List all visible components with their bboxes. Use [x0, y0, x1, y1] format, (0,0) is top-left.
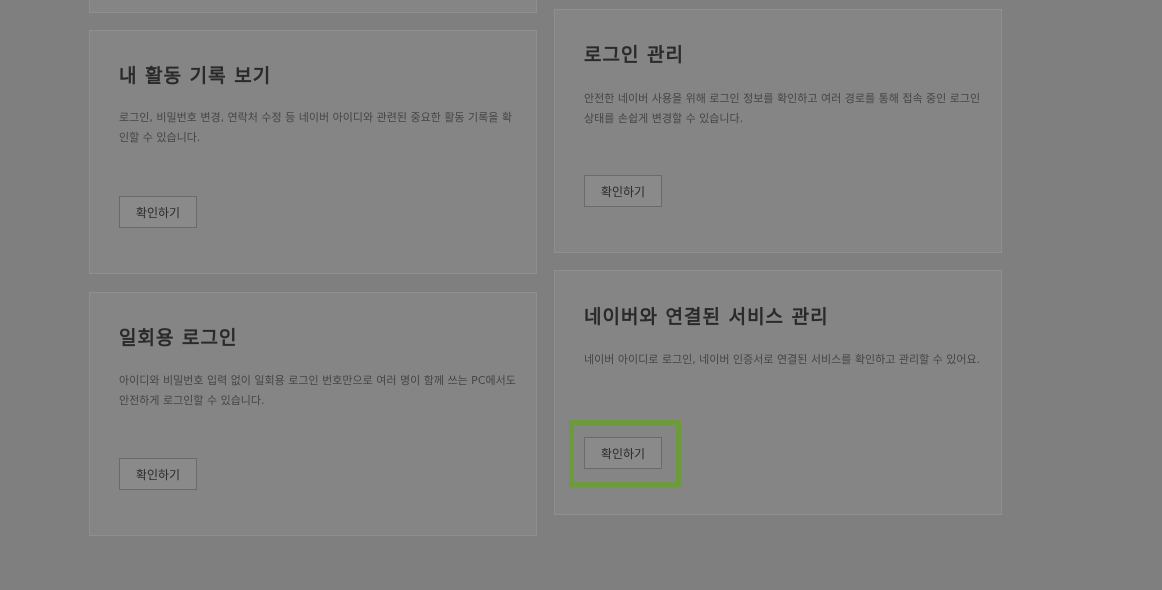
card-top-left-partial: [89, 0, 537, 13]
focus-highlight-box: [569, 420, 681, 487]
card-description: 로그인, 비밀번호 변경, 연락처 수정 등 네이버 아이디와 관련된 중요한 …: [119, 111, 513, 144]
card-description: 네이버 아이디로 로그인, 네이버 인증서로 연결된 서비스를 확인하고 관리할…: [584, 353, 981, 366]
activity-log-confirm-button[interactable]: 확인하기: [119, 196, 197, 228]
card-activity-log: 내 활동 기록 보기 로그인, 비밀번호 변경, 연락처 수정 등 네이버 아이…: [89, 30, 537, 274]
card-login-management: 로그인 관리 안전한 네이버 사용을 위해 로그인 정보를 확인하고 여러 경로…: [554, 9, 1002, 253]
card-description: 아이디와 비밀번호 입력 없이 일회용 로그인 번호만으로 여러 명이 함께 쓰…: [119, 374, 516, 407]
card-title: 네이버와 연결된 서비스 관리: [584, 306, 829, 328]
login-management-confirm-button[interactable]: 확인하기: [584, 175, 662, 207]
card-description: 안전한 네이버 사용을 위해 로그인 정보를 확인하고 여러 경로를 통해 접속…: [584, 92, 981, 125]
card-onetime-login: 일회용 로그인 아이디와 비밀번호 입력 없이 일회용 로그인 번호만으로 여러…: [89, 292, 537, 536]
card-title: 일회용 로그인: [119, 327, 238, 349]
onetime-login-confirm-button[interactable]: 확인하기: [119, 458, 197, 490]
card-title: 로그인 관리: [584, 44, 685, 66]
card-title: 내 활동 기록 보기: [119, 65, 272, 87]
